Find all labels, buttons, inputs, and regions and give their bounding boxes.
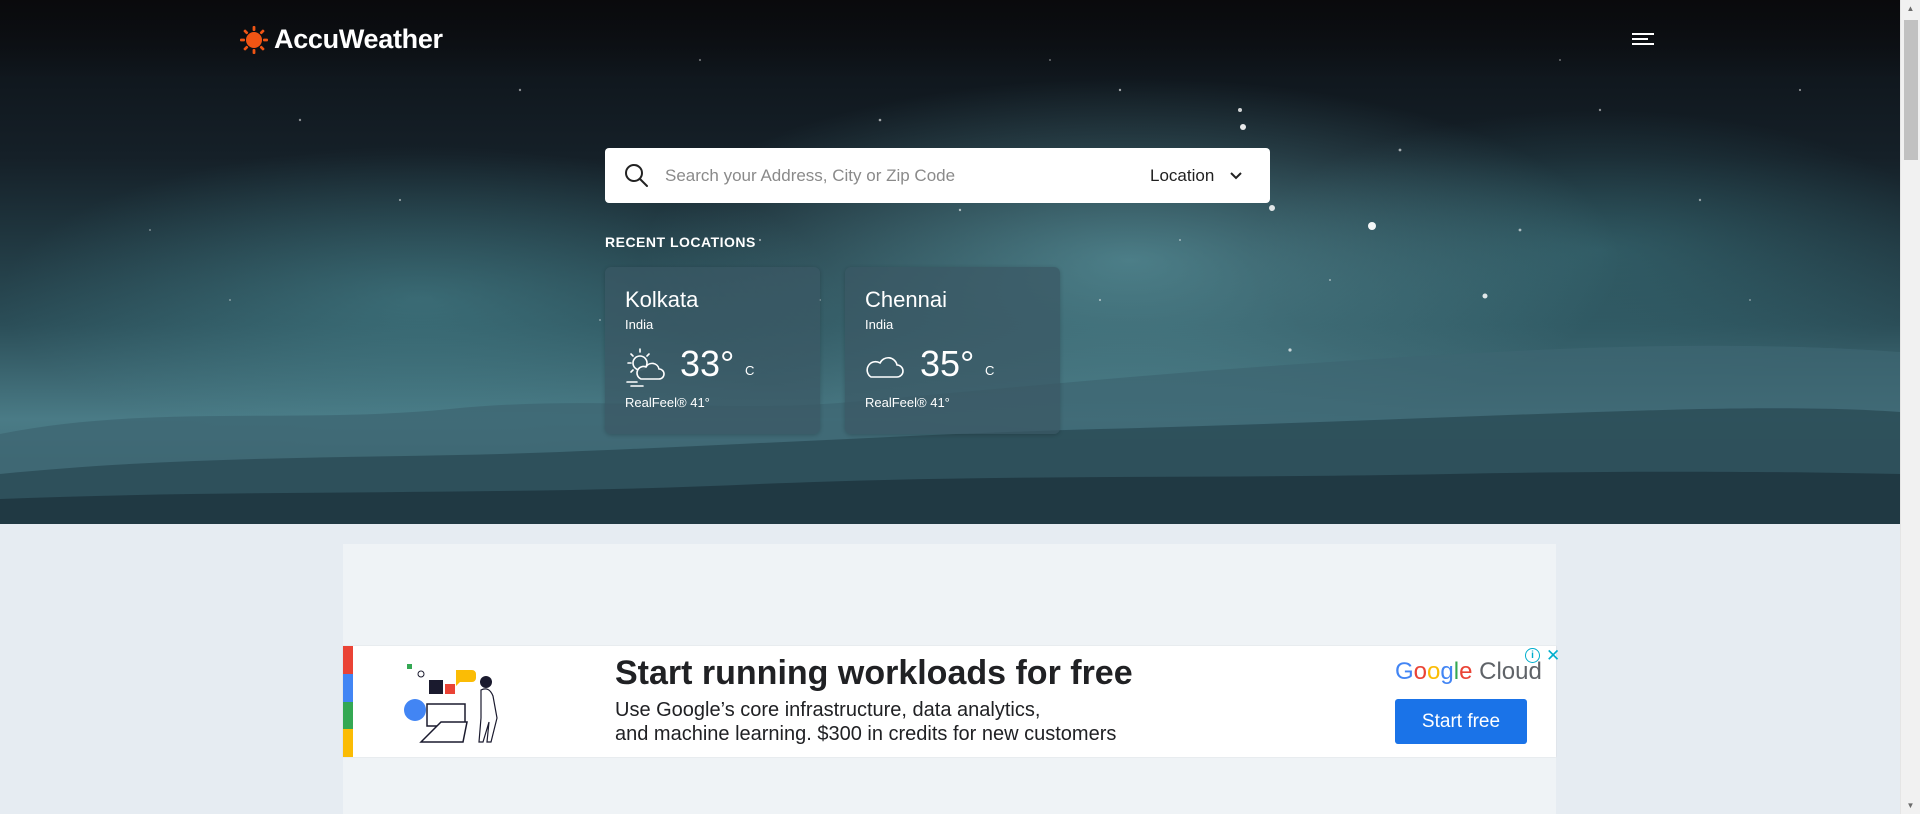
chevron-down-icon: [1230, 171, 1242, 179]
location-label: Location: [1150, 165, 1215, 185]
google-cloud-ad-banner[interactable]: Start running workloads for free Use Goo…: [343, 646, 1560, 757]
city-name: Kolkata: [625, 287, 699, 312]
sun-logo-icon: [240, 25, 268, 54]
scroll-down-arrow-icon[interactable]: ▼: [1901, 797, 1920, 814]
ad-illustration-icon: [404, 664, 498, 743]
temperature: 35°: [920, 343, 975, 384]
ad-body-line: Use Google’s core infrastructure, data a…: [615, 699, 1041, 721]
country-name: India: [625, 317, 654, 332]
temperature-unit: C: [985, 363, 995, 378]
scroll-up-arrow-icon[interactable]: ▲: [1901, 0, 1920, 17]
ad-info-icon[interactable]: i: [1525, 648, 1540, 663]
recent-locations-heading: RECENT LOCATIONS: [605, 234, 756, 250]
city-name: Chennai: [865, 287, 947, 312]
ad-choices[interactable]: i ✕: [1525, 647, 1560, 664]
ad-close-icon[interactable]: ✕: [1546, 647, 1560, 664]
ad-body-line: and machine learning. $300 in credits fo…: [615, 723, 1117, 745]
country-name: India: [865, 317, 894, 332]
search-input[interactable]: [665, 158, 1135, 193]
google-cloud-logo: Google Cloud: [1395, 658, 1542, 685]
ad-body-text: Use Google’s core infrastructure, data a…: [615, 698, 1215, 746]
google-color-stripe: [343, 646, 353, 757]
scrollbar-thumb[interactable]: [1904, 20, 1918, 160]
temperature: 33°: [680, 343, 735, 384]
realfeel-value: RealFeel® 41°: [625, 395, 710, 410]
ad-headline: Start running workloads for free: [615, 654, 1133, 692]
location-dropdown-button[interactable]: Location: [1150, 158, 1244, 193]
partly-sunny-cloud-icon: [626, 348, 665, 387]
brand-name: AccuWeather: [274, 24, 443, 54]
realfeel-value: RealFeel® 41°: [865, 395, 950, 410]
search-bar: Location: [605, 148, 1270, 203]
recent-location-card-chennai[interactable]: Chennai India 35° C RealFeel® 41°: [845, 267, 1060, 434]
start-free-button[interactable]: Start free: [1395, 699, 1527, 744]
hero-banner: [0, 0, 1900, 524]
accuweather-logo[interactable]: AccuWeather: [240, 24, 443, 55]
search-icon: [625, 164, 648, 187]
recent-location-card-kolkata[interactable]: Kolkata India 33° C RealFeel® 41°: [605, 267, 820, 434]
hamburger-menu-icon[interactable]: [1632, 30, 1654, 50]
temperature-unit: C: [745, 363, 755, 378]
cloudy-icon: [866, 357, 904, 378]
vertical-scrollbar[interactable]: ▲ ▼: [1900, 0, 1920, 814]
